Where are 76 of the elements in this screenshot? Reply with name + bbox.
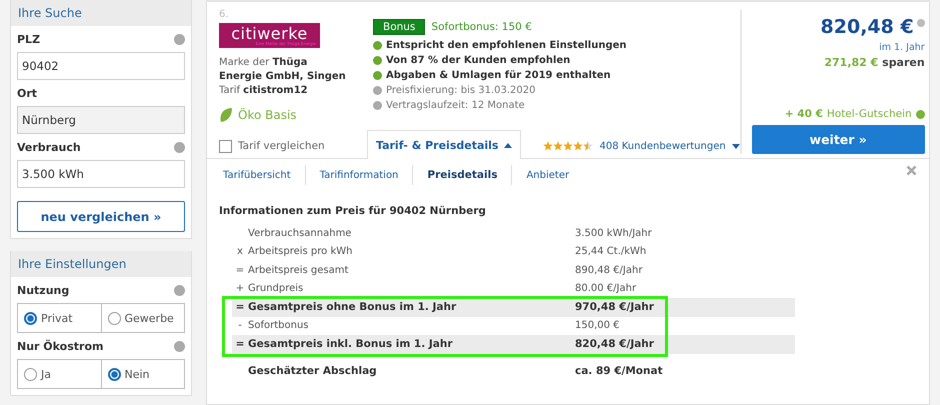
radio-button[interactable] xyxy=(108,312,120,324)
tariff-name: Tarif citistrom12 xyxy=(219,84,309,98)
details-tab[interactable]: Tarif- & Preisdetails xyxy=(367,130,522,159)
close-icon[interactable] xyxy=(906,164,917,176)
field-label: Nutzung xyxy=(17,284,70,297)
row-value: 890,48 €/Jahr xyxy=(575,264,642,276)
row-label: Gesamtpreis inkl. Bonus im 1. Jahr xyxy=(248,338,454,350)
input-field: Nürnberg xyxy=(17,106,185,134)
logo-text: citiwerke xyxy=(231,26,308,42)
feature-text: Vertragslaufzeit: 12 Monate xyxy=(386,100,525,111)
section-title: Informationen zum Preis für 90402 Nürnberg xyxy=(219,205,487,217)
subtab[interactable]: Anbieter xyxy=(511,165,584,185)
radio-button[interactable] xyxy=(108,368,120,380)
feature-text: Preisfixierung: bis 31.03.2020 xyxy=(386,85,536,96)
row-value: 25,44 Ct./kWh xyxy=(575,246,646,258)
bonus-badge: Bonus xyxy=(373,19,426,35)
field-label: Ort xyxy=(17,87,38,100)
radio-option[interactable]: Gewerbe xyxy=(100,304,184,332)
continue-button[interactable]: weiter » xyxy=(752,125,925,154)
row-label: Gesamtpreis ohne Bonus im 1. Jahr xyxy=(248,301,458,314)
operator-symbol: x xyxy=(236,246,244,258)
caret-icon xyxy=(732,144,740,148)
bonus-text: Sofortbonus: 150 € xyxy=(431,21,532,33)
operator-symbol: = xyxy=(234,301,246,314)
star-icon xyxy=(583,141,594,151)
caret-icon xyxy=(504,142,512,148)
row-value: 80.00 €/Jahr xyxy=(575,283,636,294)
subtab[interactable]: Preisdetails xyxy=(412,165,512,185)
eco-label: Öko Basis xyxy=(238,108,297,122)
savings-label: sparen xyxy=(882,56,925,69)
price-value: 820,48 € xyxy=(820,16,914,38)
star-icon xyxy=(563,141,574,151)
row-value: 820,48 €/Jahr xyxy=(575,338,654,350)
input-field[interactable]: 3.500 kWh xyxy=(17,160,185,188)
operator-symbol: - xyxy=(237,320,243,332)
star-icon xyxy=(573,141,584,151)
field-label: PLZ xyxy=(17,33,40,46)
row-value: 150,00 € xyxy=(575,320,620,332)
row-value: ca. 89 €/Monat xyxy=(575,364,663,377)
leaf-icon xyxy=(219,107,233,123)
voucher-amount: + 40 € xyxy=(784,108,823,120)
rank-number: 6. xyxy=(219,9,230,22)
row-label: Grundpreis xyxy=(248,283,304,294)
operator-symbol: + xyxy=(234,283,246,294)
voucher-label: Hotel-Gutschein xyxy=(826,108,912,120)
radio-button[interactable] xyxy=(24,368,37,380)
feature-text: Abgaben & Umlagen für 2019 enthalten xyxy=(386,70,611,81)
radio-option[interactable]: Ja xyxy=(18,360,100,388)
radio-option[interactable]: Nein xyxy=(100,360,184,388)
panel-title: Ihre Einstellungen xyxy=(11,251,191,277)
feature-text: Entspricht den empfohlenen Einstellungen xyxy=(386,40,627,51)
panel-title: Ihre Suche xyxy=(11,0,191,26)
price-note: im 1. Jahr xyxy=(879,42,925,53)
star-icon xyxy=(553,141,564,151)
compare-button[interactable]: neu vergleichen » xyxy=(17,201,185,232)
star-icon xyxy=(543,141,554,151)
compare-checkbox[interactable]: Tarif vergleichen xyxy=(219,134,367,158)
subtab[interactable]: Tarifübersicht xyxy=(209,165,305,185)
reviews-link[interactable]: 408 Kundenbewertungen xyxy=(599,140,740,152)
row-label: Sofortbonus xyxy=(248,320,310,332)
row-label: Verbrauchsannahme xyxy=(248,228,352,239)
operator-symbol: = xyxy=(234,264,246,276)
radio-button[interactable] xyxy=(24,312,37,324)
field-label: Verbrauch xyxy=(17,141,81,154)
row-value: 970,48 €/Jahr xyxy=(575,301,654,314)
input-field[interactable]: 90402 xyxy=(17,52,185,80)
field-label: Nur Ökostrom xyxy=(17,340,104,353)
feature-text: Von 87 % der Kunden empfohlen xyxy=(386,55,570,66)
savings-amount: 271,82 € xyxy=(824,56,878,69)
operator-symbol: = xyxy=(234,338,246,350)
subtab[interactable]: Tarifinformation xyxy=(304,165,412,185)
row-label: Arbeitspreis pro kWh xyxy=(248,246,354,258)
radio-option[interactable]: Privat xyxy=(18,304,100,332)
row-value: 3.500 kWh/Jahr xyxy=(575,228,652,239)
row-label: Arbeitspreis gesamt xyxy=(248,264,350,276)
row-label: Geschätzter Abschlag xyxy=(248,364,378,377)
